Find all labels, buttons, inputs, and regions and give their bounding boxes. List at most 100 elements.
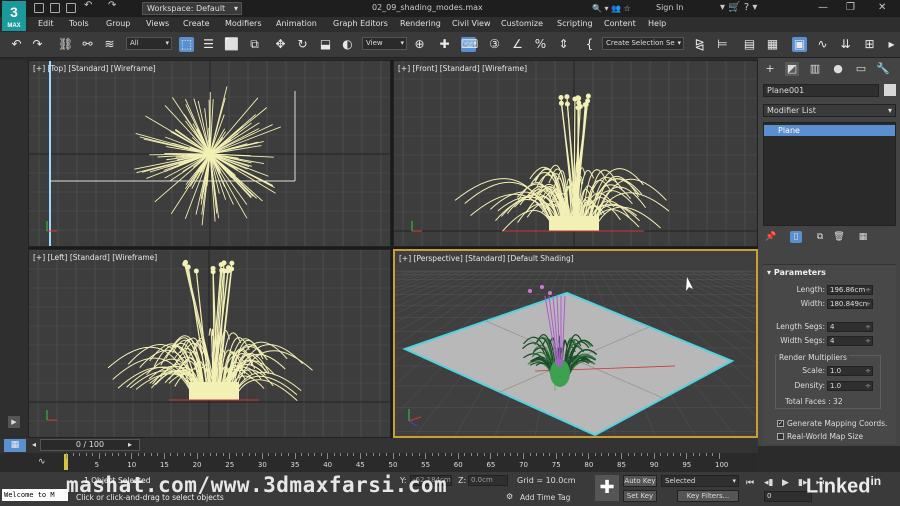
length-spinner[interactable]: 196.86cm — [827, 285, 873, 295]
select-by-name-icon[interactable]: ☰ — [201, 37, 216, 52]
menu-group[interactable]: Group — [106, 19, 130, 28]
keyboard-shortcut-icon[interactable]: ⌨ — [461, 37, 478, 52]
viewport-left[interactable]: [+] [Left] [Standard] [Wireframe] — [28, 249, 391, 438]
viewport-label-left[interactable]: [+] [Left] [Standard] [Wireframe] — [33, 253, 157, 262]
align-icon[interactable]: ⊨ — [715, 37, 730, 52]
redo-icon[interactable]: ↷ — [30, 37, 45, 52]
reference-coordinate-dropdown[interactable]: View — [362, 37, 407, 50]
current-frame-field[interactable]: 0 — [764, 491, 812, 502]
new-file-icon[interactable] — [34, 3, 44, 13]
workspace-selector[interactable]: Workspace: Default — [142, 2, 242, 15]
rectangular-selection-icon[interactable]: ⬜ — [224, 37, 239, 52]
named-selection-dropdown[interactable]: Create Selection Se — [602, 37, 684, 50]
undo-icon[interactable]: ↶ — [9, 37, 24, 52]
expand-layout-icon[interactable]: ▶ — [8, 416, 20, 428]
time-slider[interactable]: 0 / 100 — [40, 439, 140, 451]
hierarchy-tab-icon[interactable]: ▥ — [808, 62, 822, 76]
make-unique-icon[interactable]: ⧉ — [814, 231, 826, 243]
move-icon[interactable]: ✥ — [273, 37, 288, 52]
menu-create[interactable]: Create — [183, 19, 210, 28]
width-spinner[interactable]: 180.849cn — [827, 299, 873, 309]
layer-explorer-icon[interactable]: ▦ — [765, 37, 780, 52]
select-object-icon[interactable]: ⬚ — [179, 37, 194, 52]
length-segs-spinner[interactable]: 4 — [827, 322, 873, 332]
prev-key-icon[interactable]: ◂▮ — [764, 478, 773, 488]
window-crossing-icon[interactable]: ⧉ — [247, 37, 262, 52]
menu-scripting[interactable]: Scripting — [557, 19, 593, 28]
ribbon-toggle-icon[interactable]: ▣ — [792, 37, 807, 52]
density-spinner[interactable]: 1.0 — [827, 381, 873, 391]
undo-icon[interactable]: ↶ — [84, 0, 94, 11]
play-icon[interactable]: ▶ — [782, 478, 789, 488]
menu-graph-editors[interactable]: Graph Editors — [333, 19, 388, 28]
select-manipulate-icon[interactable]: ✚ — [437, 37, 452, 52]
real-world-map-checkbox[interactable] — [777, 433, 784, 440]
menu-rendering[interactable]: Rendering — [400, 19, 441, 28]
modifier-list-dropdown[interactable]: Modifier List — [763, 104, 896, 117]
viewport-perspective[interactable]: [+] [Perspective] [Standard] [Default Sh… — [393, 249, 758, 438]
menu-animation[interactable]: Animation — [276, 19, 317, 28]
minimize-icon[interactable]: — — [818, 2, 828, 13]
object-color-swatch[interactable] — [884, 84, 896, 96]
remove-modifier-icon[interactable]: 🗑 — [833, 231, 845, 243]
add-time-tag-button[interactable]: Add Time Tag — [520, 493, 570, 502]
auto-key-button[interactable]: Auto Key — [623, 475, 657, 487]
go-to-start-icon[interactable]: ⏮ — [746, 478, 754, 488]
key-filters-button[interactable]: Key Filters... — [677, 490, 739, 502]
viewport-label-top[interactable]: [+] [Top] [Standard] [Wireframe] — [33, 64, 156, 73]
set-key-button[interactable]: Set Key — [623, 490, 657, 502]
unlink-icon[interactable]: ⚯ — [80, 37, 95, 52]
angle-snap-icon[interactable]: ∠ — [510, 37, 525, 52]
parameters-header[interactable]: ▾ Parameters — [767, 268, 826, 277]
viewport-top[interactable]: [+] [Top] [Standard] [Wireframe] — [28, 60, 391, 247]
menu-tools[interactable]: Tools — [69, 19, 89, 28]
generate-mapping-checkbox[interactable]: ✓ — [777, 420, 784, 427]
menu-views[interactable]: Views — [146, 19, 169, 28]
render-setup-icon[interactable]: ▸ — [884, 37, 899, 52]
menu-content[interactable]: Content — [604, 19, 636, 28]
scene-explorer-icon[interactable]: ▤ — [742, 37, 757, 52]
configure-sets-icon[interactable]: ▦ — [857, 231, 869, 243]
show-end-result-icon[interactable]: ▯ — [790, 231, 802, 243]
prev-frame-icon[interactable]: ◂ — [32, 440, 36, 449]
menu-edit[interactable]: Edit — [38, 19, 54, 28]
app-logo[interactable]: 3 MAX — [2, 1, 26, 31]
motion-tab-icon[interactable]: ● — [831, 62, 845, 76]
menu-help[interactable]: Help — [648, 19, 666, 28]
set-key-icon[interactable]: ✚ — [595, 475, 619, 501]
viewport-layouts-icon[interactable]: ▦ — [4, 439, 26, 452]
schematic-view-icon[interactable]: ⇊ — [838, 37, 853, 52]
next-frame-icon[interactable]: ▸ — [128, 440, 132, 449]
pin-stack-icon[interactable]: 📌 — [765, 231, 777, 243]
spinner-snap-icon[interactable]: ⇕ — [556, 37, 571, 52]
width-segs-spinner[interactable]: 4 — [827, 336, 873, 346]
object-name-field[interactable]: Plane001 — [763, 84, 879, 97]
redo-icon[interactable]: ↷ — [108, 0, 118, 11]
stack-item-plane[interactable]: Plane — [764, 125, 895, 136]
viewport-label-perspective[interactable]: [+] [Perspective] [Standard] [Default Sh… — [399, 254, 574, 263]
restore-icon[interactable]: ❐ — [846, 2, 855, 13]
maxscript-listener[interactable]: Welcome to M — [2, 489, 68, 501]
open-file-icon[interactable] — [50, 3, 60, 13]
link-icon[interactable]: ⛓ — [58, 37, 73, 52]
bind-space-warp-icon[interactable]: ≋ — [102, 37, 117, 52]
rotate-icon[interactable]: ↻ — [295, 37, 310, 52]
modify-tab-icon[interactable]: ◩ — [785, 62, 799, 76]
pivot-center-icon[interactable]: ⊕ — [412, 37, 427, 52]
edit-named-selection-icon[interactable]: { — [582, 37, 597, 52]
menu-modifiers[interactable]: Modifiers — [225, 19, 262, 28]
mini-curve-editor-icon[interactable]: ∿ — [38, 457, 46, 467]
scale-icon[interactable]: ⬓ — [318, 37, 333, 52]
selection-filter-dropdown[interactable]: All — [126, 37, 172, 50]
menu-customize[interactable]: Customize — [501, 19, 543, 28]
track-bar[interactable]: ∿ 5 10 15 20 25 30 35 40 45 50 55 60 65 70 75 80 85 90 95 1… — [0, 453, 758, 472]
menu-civil-view[interactable]: Civil View — [452, 19, 491, 28]
curve-editor-icon[interactable]: ∿ — [815, 37, 830, 52]
save-file-icon[interactable] — [66, 3, 76, 13]
material-editor-icon[interactable]: ⊞ — [862, 37, 877, 52]
close-icon[interactable]: ✕ — [878, 2, 886, 13]
z-coord-field[interactable]: 0.0cm — [468, 475, 508, 486]
place-icon[interactable]: ◐ — [340, 37, 355, 52]
viewport-front[interactable]: [+] [Front] [Standard] [Wireframe] — [393, 60, 758, 247]
viewport-label-front[interactable]: [+] [Front] [Standard] [Wireframe] — [398, 64, 527, 73]
